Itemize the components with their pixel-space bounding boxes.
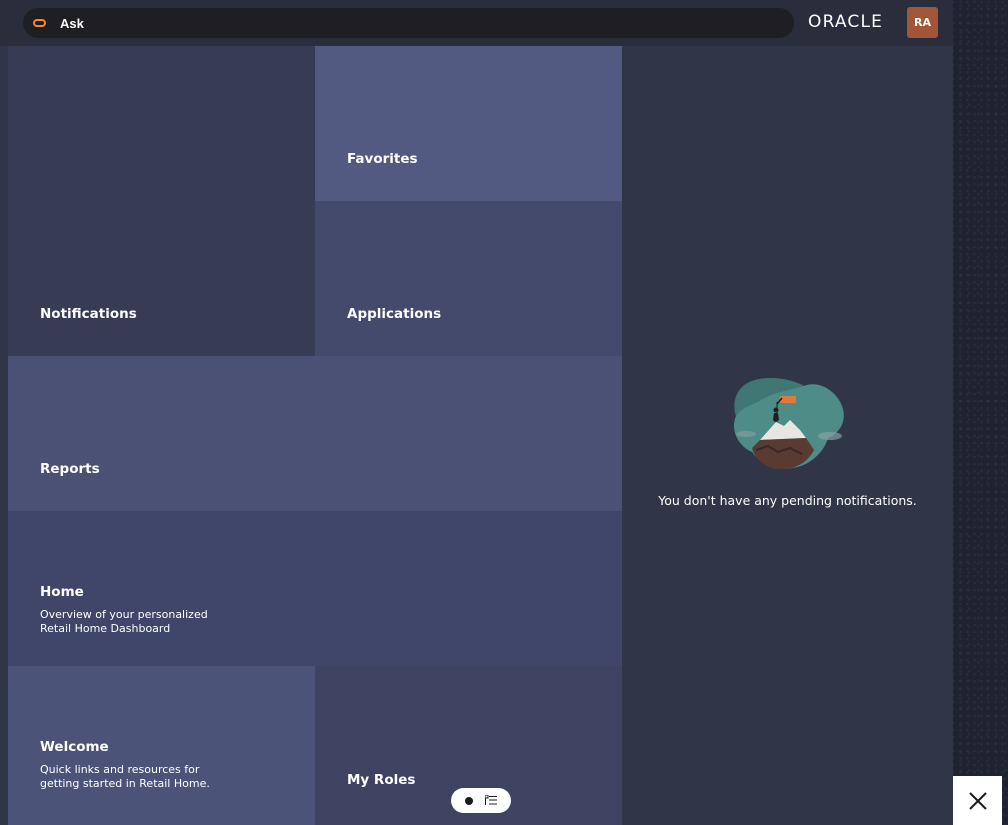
ask-label: Ask (60, 15, 84, 31)
oracle-ring-icon (33, 19, 46, 27)
oracle-logo: ORACLE (808, 12, 884, 32)
tile-title: Reports (40, 461, 100, 477)
close-button[interactable] (953, 776, 1002, 825)
empty-notifications-message: You don't have any pending notifications… (658, 493, 917, 508)
tile-title: Home (40, 584, 84, 600)
user-avatar[interactable]: RA (907, 7, 938, 38)
top-bar: Ask ORACLE RA (0, 0, 953, 46)
tile-welcome[interactable]: Welcome Quick links and resources for ge… (8, 666, 315, 825)
tile-title: My Roles (347, 772, 416, 788)
tile-description: Quick links and resources for getting st… (40, 763, 210, 790)
tile-home[interactable]: Home Overview of your personalized Retai… (8, 511, 622, 666)
tile-favorites[interactable]: Favorites (315, 46, 622, 201)
tile-reports[interactable]: Reports (8, 356, 622, 511)
mountain-summit-illustration (733, 378, 844, 470)
tile-description: Overview of your personalized Retail Hom… (40, 608, 208, 635)
tile-notifications[interactable]: Notifications (8, 46, 315, 356)
tile-title: Welcome (40, 739, 109, 755)
list-icon[interactable] (485, 795, 497, 806)
tile-title: Applications (347, 306, 442, 322)
tile-title: Favorites (347, 151, 418, 167)
tile-title: Notifications (40, 306, 137, 322)
view-toggle[interactable] (451, 788, 511, 813)
app-window: Ask ORACLE RA Notifications Favorites Ap… (0, 0, 953, 825)
ask-search-bar[interactable]: Ask (23, 8, 794, 38)
close-icon (968, 791, 987, 810)
tile-applications[interactable]: Applications (315, 201, 622, 356)
notifications-panel: You don't have any pending notifications… (622, 46, 953, 825)
dot-icon[interactable] (465, 796, 473, 805)
